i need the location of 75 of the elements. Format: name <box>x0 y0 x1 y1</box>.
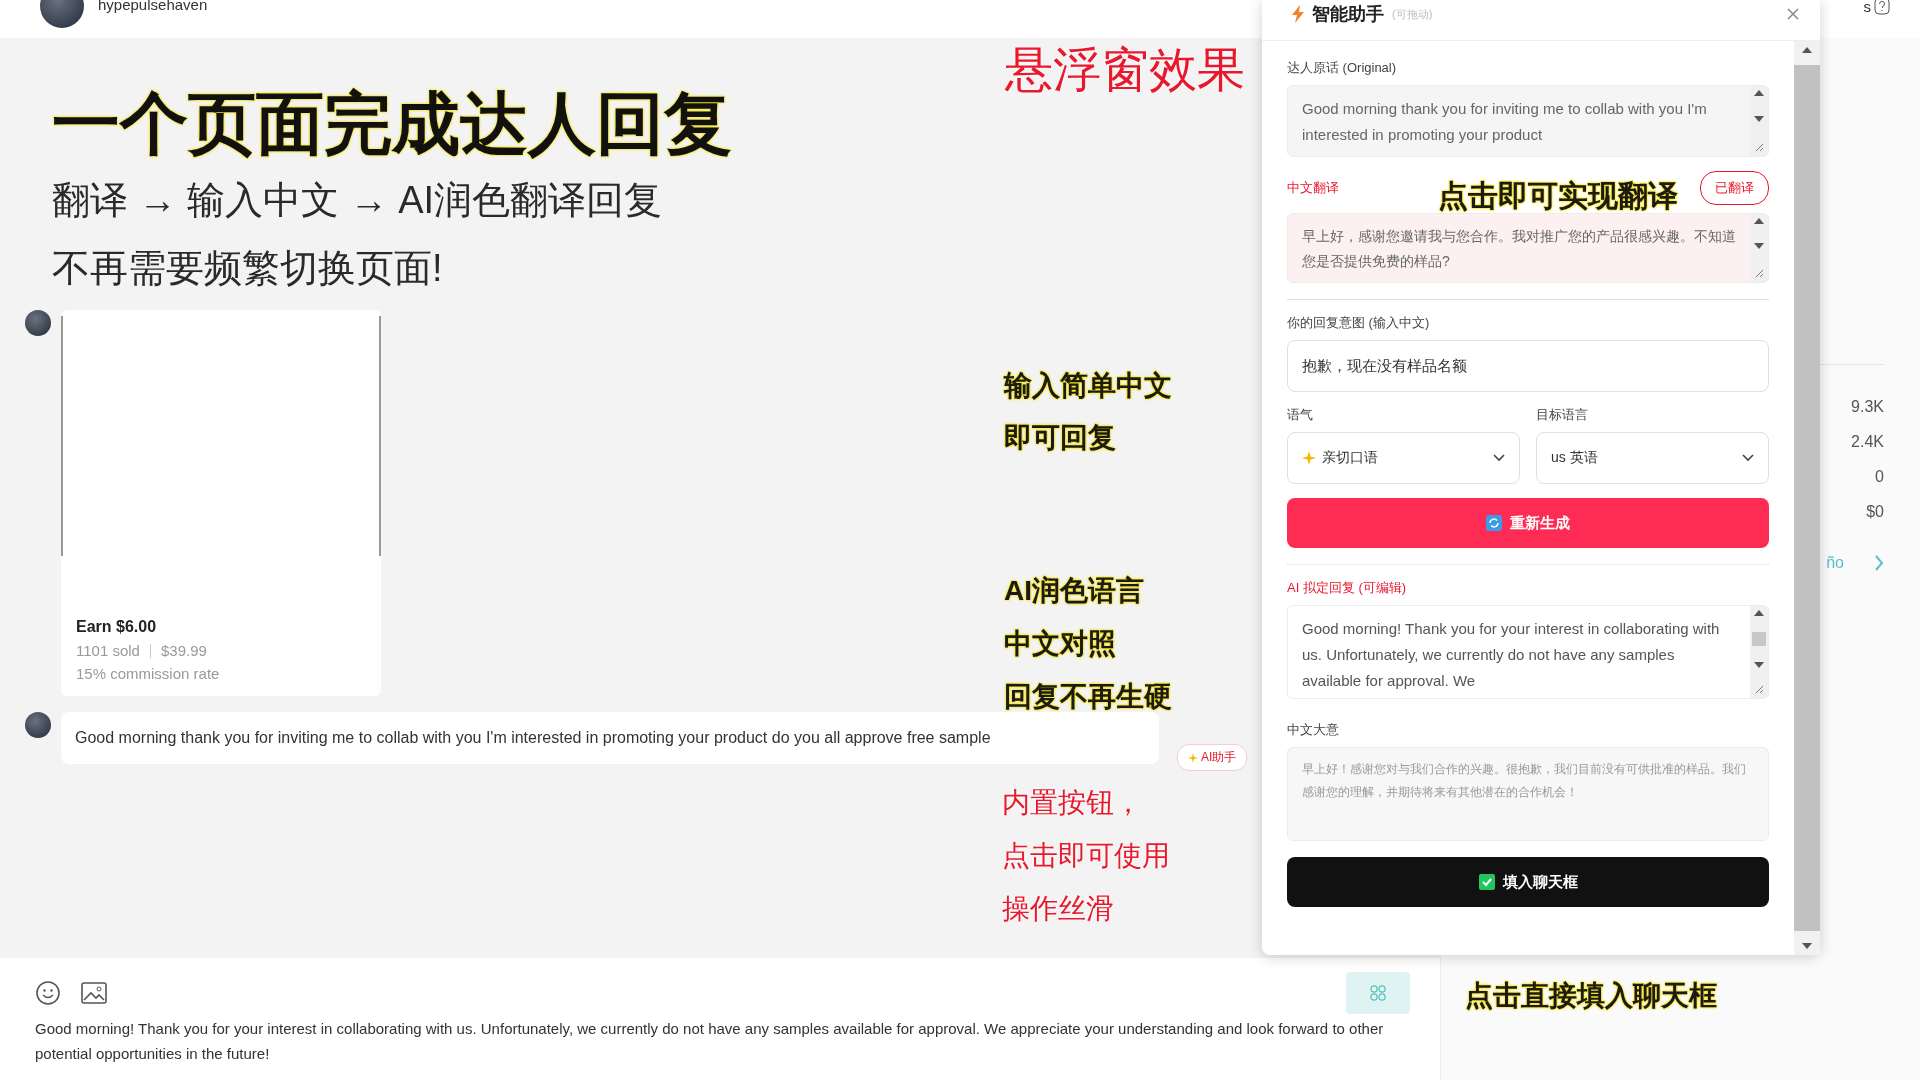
message-bubble: Good morning thank you for inviting me to collab with you I'm interested in promoting your product do you all approve free sample <box>61 712 1159 764</box>
scroll-down-icon[interactable] <box>1754 662 1764 668</box>
resize-grip-icon[interactable] <box>1754 684 1764 694</box>
ai-assistant-button[interactable]: AI助手 <box>1177 744 1248 771</box>
headline-subtitle: 不再需要频繁切换页面! <box>52 246 443 291</box>
section-label: 中文翻译 <box>1287 179 1339 197</box>
user-avatar <box>25 712 51 738</box>
commission-rate: 15% commission rate <box>76 665 220 682</box>
sparkle-icon <box>1188 752 1198 763</box>
scroll-down-icon[interactable] <box>1754 116 1764 122</box>
username: hypepulsehaven <box>98 0 208 13</box>
annotation-text: 点击即可使用 <box>1002 840 1170 871</box>
annotation-text: 点击直接填入聊天框 <box>1465 980 1717 1011</box>
scroll-up-icon[interactable] <box>1754 218 1764 224</box>
help-icon[interactable] <box>1874 0 1890 15</box>
earn-amount: Earn $6.00 <box>75 617 158 636</box>
tone-select[interactable]: 亲切口语 <box>1287 432 1520 484</box>
section-label: 达人原话 (Original) <box>1287 59 1398 77</box>
scroll-down-icon[interactable] <box>1802 943 1812 949</box>
scroll-down-icon[interactable] <box>1754 243 1764 249</box>
section-label: 中文大意 <box>1287 721 1340 739</box>
headline: 一个页面完成达人回复 <box>52 84 732 163</box>
product-price: $39.99 <box>160 642 207 659</box>
image-icon[interactable] <box>81 981 107 1005</box>
scroll-up-icon[interactable] <box>1802 47 1812 53</box>
stat-value: 0 <box>1875 467 1884 487</box>
field-label: 目标语言 <box>1536 406 1589 424</box>
stat-value: 9.3K <box>1851 397 1884 417</box>
summary-box: 早上好！感谢您对与我们合作的兴趣。很抱歉，我们目前没有可供批准的样品。我们感谢您的理解，并期待将来有其他潜在的合作机会！ <box>1287 747 1769 841</box>
stat-value: 2.4K <box>1851 432 1884 452</box>
section-label: 你的回复意图 (输入中文) <box>1287 314 1431 332</box>
emoji-icon[interactable] <box>35 980 61 1006</box>
lightning-icon <box>1292 5 1304 23</box>
scroll-up-icon[interactable] <box>1754 610 1764 616</box>
original-text-area[interactable]: Good morning thank you for inviting me to collab with you I'm interested in promoting your product <box>1287 85 1769 157</box>
scroll-thumb[interactable] <box>1752 632 1766 646</box>
composer-text: Good morning! Thank you for your interest in collaborating with us. Unfortunately, we currently do not have any samples available for approval. We appreciate your understanding and look forward to other potential opportunities in the future! <box>35 1019 1385 1064</box>
annotation-text: AI润色语言 <box>1004 575 1144 606</box>
header-label: s <box>1863 0 1871 15</box>
close-button[interactable] <box>1786 7 1800 21</box>
grid-icon <box>1370 985 1386 1001</box>
sparkle-icon <box>1302 451 1316 465</box>
chevron-down-icon <box>1493 454 1505 462</box>
scrollbar[interactable] <box>1750 214 1768 282</box>
regenerate-button[interactable]: 重新生成 <box>1287 498 1769 548</box>
translated-badge-button[interactable]: 已翻译 <box>1700 171 1769 205</box>
translation-text-area[interactable]: 早上好，感谢您邀请我与您合作。我对推广您的产品很感兴趣。不知道您是否提供免费的样品? <box>1287 213 1769 283</box>
resize-grip-icon[interactable] <box>1754 268 1764 278</box>
scrollbar[interactable] <box>1750 606 1768 698</box>
annotation-text: 回复不再生硬 <box>1004 681 1172 712</box>
checkbox-icon <box>1478 874 1495 890</box>
resize-grip-icon[interactable] <box>1754 142 1764 152</box>
refresh-icon <box>1486 515 1502 531</box>
annotation-text: 悬浮窗效果 <box>1005 43 1245 96</box>
annotation-text: 点击即可实现翻译 <box>1438 179 1678 212</box>
field-label: 语气 <box>1287 406 1314 424</box>
annotation-text: 即可回复 <box>1004 422 1116 453</box>
headline-subtitle: 翻译 → 输入中文 → AI润色翻译回复 <box>52 178 663 223</box>
stat-value: $0 <box>1866 502 1884 522</box>
intent-input-field[interactable]: 抱歉，现在没有样品名额 <box>1287 340 1769 392</box>
scrollbar[interactable] <box>1750 86 1768 156</box>
annotation-text: 内置按钮， <box>1002 787 1142 818</box>
scroll-up-icon[interactable] <box>1754 90 1764 96</box>
panel-title: 智能助手 <box>1312 3 1384 26</box>
fill-chat-button[interactable]: 填入聊天框 <box>1287 857 1769 907</box>
user-avatar <box>25 310 51 336</box>
annotation-text: 操作丝滑 <box>1002 893 1114 924</box>
annotation-text: 中文对照 <box>1004 628 1116 659</box>
chevron-down-icon <box>1742 454 1754 462</box>
reply-text-area[interactable]: Good morning! Thank you for your interest in collaborating with us. Unfortunately, we currently do not have any samples available for approval. We <box>1287 605 1769 699</box>
product-card[interactable]: Earn $6.00 1101 sold $39.99 15% commission rate <box>61 310 381 696</box>
section-label: AI 拟定回复 (可编辑) <box>1287 579 1408 597</box>
language-select[interactable]: us 英语 <box>1536 432 1769 484</box>
annotation-text: 输入简单中文 <box>1004 370 1172 401</box>
sold-count: 1101 sold <box>76 642 140 659</box>
